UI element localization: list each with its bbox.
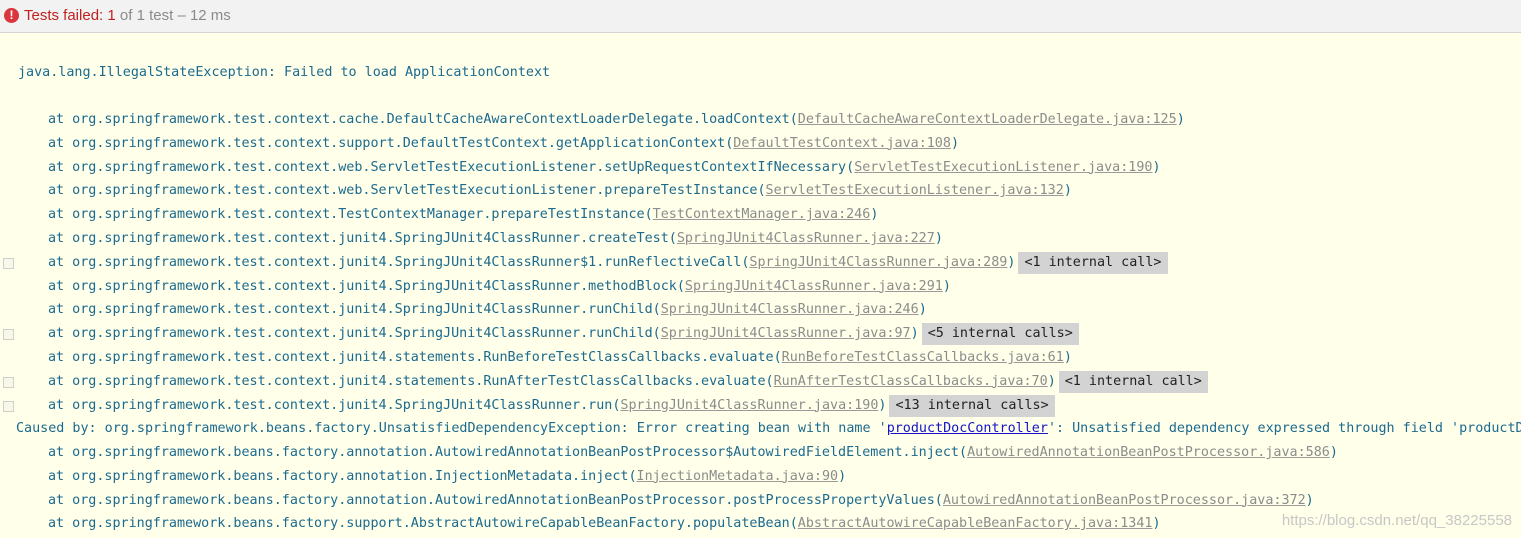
frame-method: at org.springframework.test.context.supp… [48, 135, 734, 151]
frame-method: at org.springframework.test.context.juni… [48, 373, 774, 389]
source-link[interactable]: SpringJUnit4ClassRunner.java:246 [661, 302, 919, 317]
watermark: https://blog.csdn.net/qq_38225558 [1281, 512, 1512, 529]
stack-frame: at org.springframework.test.context.juni… [0, 370, 1208, 393]
test-status-bar: ! Tests failed: 1 of 1 test – 12 ms [0, 0, 1521, 33]
frame-method: at org.springframework.test.context.juni… [48, 397, 621, 413]
source-link[interactable]: RunBeforeTestClassCallbacks.java:61 [782, 350, 1064, 365]
internal-calls-badge[interactable]: <1 internal call> [1018, 251, 1168, 274]
bean-link[interactable]: productDocController [887, 421, 1048, 436]
source-link[interactable]: SpringJUnit4ClassRunner.java:291 [685, 279, 943, 294]
frame-method: at org.springframework.test.context.web.… [48, 183, 766, 199]
stack-frame: at org.springframework.beans.factory.sup… [0, 513, 1161, 535]
frame-method: at org.springframework.test.context.juni… [48, 278, 685, 294]
status-summary: of 1 test – 12 ms [119, 7, 231, 24]
frame-close: ) [1007, 254, 1016, 270]
frame-close: ) [1047, 373, 1056, 389]
caused-by-line: Caused by: org.springframework.beans.fac… [0, 418, 1521, 440]
frame-close: ) [1152, 159, 1161, 175]
frame-close: ) [1063, 183, 1072, 199]
source-link[interactable]: ServletTestExecutionListener.java:190 [854, 160, 1152, 175]
stack-frame: at org.springframework.test.context.juni… [0, 251, 1168, 274]
source-link[interactable]: SpringJUnit4ClassRunner.java:227 [677, 231, 935, 246]
stack-frame: at org.springframework.test.context.supp… [0, 133, 959, 155]
frame-close: ) [950, 135, 959, 151]
frame-method: at org.springframework.test.context.juni… [48, 302, 661, 318]
source-link[interactable]: SpringJUnit4ClassRunner.java:289 [749, 255, 1007, 270]
stack-frame: at org.springframework.beans.factory.ann… [0, 490, 1314, 512]
source-link[interactable]: SpringJUnit4ClassRunner.java:97 [661, 326, 911, 341]
console-output[interactable]: java.lang.IllegalStateException: Failed … [0, 34, 1521, 538]
frame-close: ) [1063, 350, 1072, 365]
frame-method: at org.springframework.test.context.Test… [48, 207, 653, 223]
stack-frame: at org.springframework.test.context.juni… [0, 299, 927, 321]
source-link[interactable]: DefaultCacheAwareContextLoaderDelegate.j… [798, 112, 1177, 127]
stack-frame: at org.springframework.test.context.web.… [0, 180, 1072, 202]
frame-close: ) [838, 468, 847, 484]
frame-close: ) [934, 231, 943, 246]
frame-method: at org.springframework.beans.factory.ann… [48, 492, 943, 508]
stack-frame: at org.springframework.test.context.juni… [0, 276, 951, 298]
failed-count: 1 [107, 7, 116, 24]
frame-close: ) [1176, 112, 1185, 127]
frame-method: at org.springframework.beans.factory.ann… [48, 445, 968, 460]
frame-close: ) [1329, 445, 1338, 460]
frame-method: at org.springframework.test.context.juni… [48, 231, 677, 246]
test-status-text: Tests failed: 1 of 1 test – 12 ms [24, 0, 231, 32]
frame-method: at org.springframework.test.context.web.… [48, 159, 855, 175]
caused-by-suffix: ': Unsatisfied dependency expressed thro… [1047, 421, 1521, 436]
frame-method: at org.springframework.beans.factory.ann… [48, 468, 637, 484]
error-icon: ! [4, 8, 19, 23]
stack-frame: at org.springframework.test.context.web.… [0, 157, 1161, 179]
frame-close: ) [910, 326, 919, 342]
frame-method: at org.springframework.beans.factory.sup… [48, 516, 798, 532]
source-link[interactable]: InjectionMetadata.java:90 [637, 469, 839, 484]
source-link[interactable]: TestContextManager.java:246 [653, 207, 871, 222]
frame-method: at org.springframework.test.context.cach… [48, 112, 798, 127]
source-link[interactable]: DefaultTestContext.java:108 [733, 136, 951, 151]
status-label: Tests failed: [24, 7, 104, 24]
stack-frame: at org.springframework.test.context.juni… [0, 228, 943, 250]
source-link[interactable]: AbstractAutowireCapableBeanFactory.java:… [798, 516, 1153, 531]
source-link[interactable]: AutowiredAnnotationBeanPostProcessor.jav… [943, 493, 1306, 508]
frame-method: at org.springframework.test.context.juni… [48, 254, 750, 270]
frame-close: ) [1152, 516, 1161, 532]
frame-close: ) [918, 302, 927, 318]
stack-frame: at org.springframework.beans.factory.ann… [0, 466, 846, 488]
frame-close: ) [942, 278, 951, 294]
internal-calls-badge[interactable]: <5 internal calls> [921, 323, 1079, 346]
exception-message: java.lang.IllegalStateException: Failed … [18, 65, 551, 80]
source-link[interactable]: AutowiredAnnotationBeanPostProcessor.jav… [967, 445, 1330, 460]
stack-frame: at org.springframework.test.context.Test… [0, 204, 878, 226]
stack-frame: at org.springframework.test.context.cach… [0, 109, 1185, 131]
frame-method: at org.springframework.test.context.juni… [48, 326, 661, 342]
frame-close: ) [1305, 492, 1314, 508]
caused-by-prefix: Caused by: org.springframework.beans.fac… [16, 421, 887, 436]
stack-frame: at org.springframework.beans.factory.ann… [0, 442, 1338, 464]
frame-close: ) [870, 207, 879, 223]
frame-close: ) [878, 397, 887, 413]
internal-calls-badge[interactable]: <1 internal call> [1058, 370, 1208, 393]
stack-frame: at org.springframework.test.context.juni… [0, 323, 1079, 346]
stack-frame: at org.springframework.test.context.juni… [0, 347, 1072, 369]
frame-method: at org.springframework.test.context.juni… [48, 350, 782, 365]
source-link[interactable]: RunAfterTestClassCallbacks.java:70 [774, 374, 1048, 389]
internal-calls-badge[interactable]: <13 internal calls> [889, 394, 1055, 417]
source-link[interactable]: ServletTestExecutionListener.java:132 [766, 183, 1064, 198]
source-link[interactable]: SpringJUnit4ClassRunner.java:190 [620, 398, 878, 413]
stack-frame: at org.springframework.test.context.juni… [0, 394, 1055, 417]
